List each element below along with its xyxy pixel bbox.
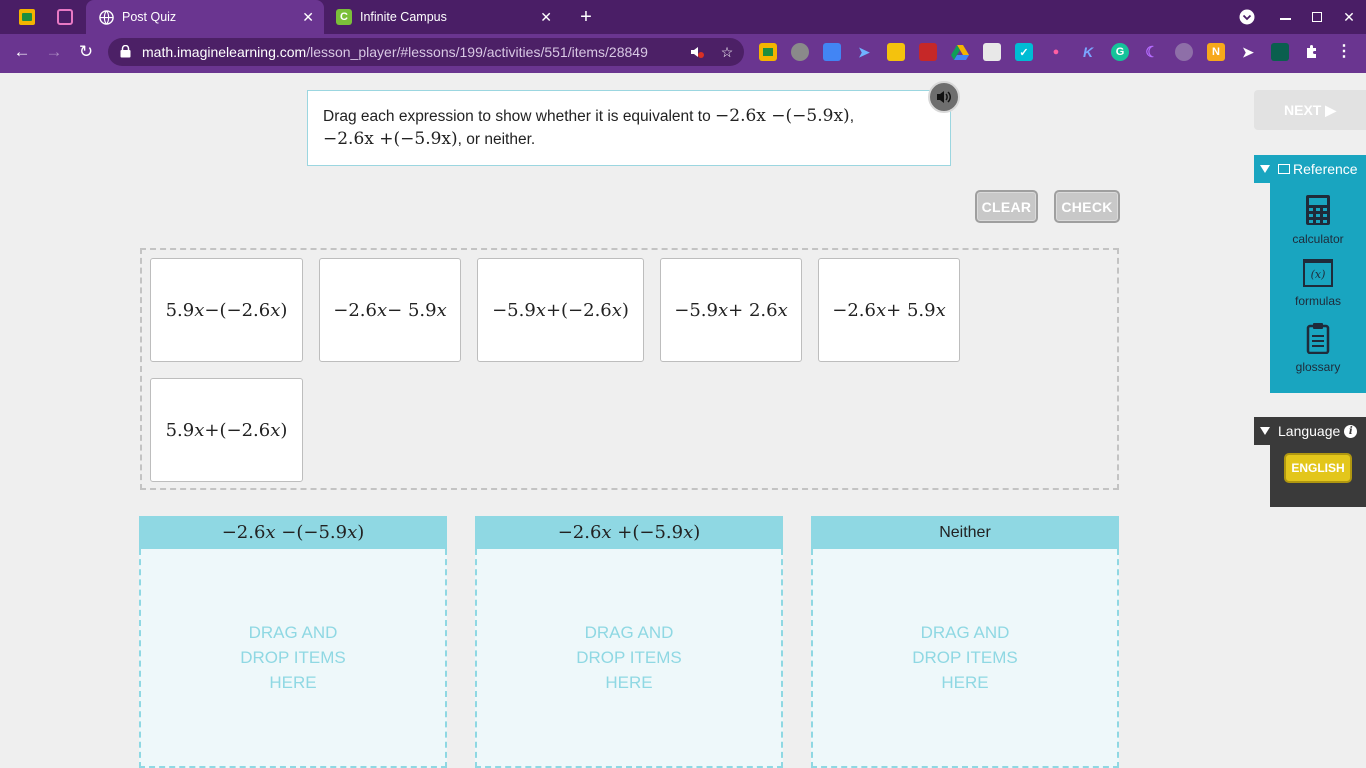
extension-moon-icon[interactable]: ☾ xyxy=(1143,43,1161,61)
language-toggle[interactable]: Language i xyxy=(1254,417,1366,445)
browser-toolbar: ← → ↻ math.imaginelearning.com/lesson_pl… xyxy=(0,34,1366,70)
reference-panel: calculator (x) formulas glossary xyxy=(1270,183,1366,393)
audio-speaker-button[interactable] xyxy=(928,81,960,113)
browser-tab-bar: Post Quiz ✕ C Infinite Campus ✕ + ✕ xyxy=(0,0,1366,34)
tab-title: Infinite Campus xyxy=(360,10,447,24)
calculator-label: calculator xyxy=(1292,232,1344,246)
extension-check-icon[interactable]: ✓ xyxy=(1015,43,1033,61)
draggable-card-2[interactable]: −2.6 x − 5.9 x xyxy=(319,258,461,362)
drop-zone[interactable]: DRAG AND DROP ITEMS HERE xyxy=(475,549,783,768)
draggable-card-4[interactable]: −5.9 x + 2.6 x xyxy=(660,258,802,362)
google-classroom-icon xyxy=(19,9,35,25)
pinned-tab-app[interactable] xyxy=(46,0,84,34)
english-language-button[interactable]: ENGLISH xyxy=(1284,453,1352,483)
back-arrow-icon[interactable]: ← xyxy=(9,40,35,64)
tab-post-quiz[interactable]: Post Quiz ✕ xyxy=(86,0,324,34)
bin-header: −2.6x −(−5.9x) xyxy=(139,516,447,549)
extension-docs-icon[interactable] xyxy=(983,43,1001,61)
draggable-item-bank: 5.9 x −(−2.6 x) −2.6 x − 5.9 x −5.9 x +(−2.6 x… xyxy=(140,248,1119,490)
new-tab-button[interactable]: + xyxy=(574,5,598,29)
next-button[interactable]: NEXT ▶ xyxy=(1254,90,1366,130)
draggable-card-3[interactable]: −5.9 x +(−2.6 x) xyxy=(477,258,644,362)
extensions-puzzle-icon[interactable] xyxy=(1303,43,1321,61)
bin-header: −2.6x +(−5.9x) xyxy=(475,516,783,549)
formulas-tool[interactable]: (x) formulas xyxy=(1270,259,1366,308)
close-tab-icon[interactable]: ✕ xyxy=(540,9,552,26)
reference-book-icon xyxy=(1278,164,1290,174)
reload-icon[interactable]: ↻ xyxy=(73,40,99,64)
extension-pencil-icon[interactable] xyxy=(887,43,905,61)
extension-calendar-icon[interactable] xyxy=(823,43,841,61)
url-path: /lesson_player/#lessons/199/activities/5… xyxy=(306,44,648,60)
language-title: Language xyxy=(1278,423,1341,439)
prompt-text-end: , or neither. xyxy=(457,131,536,148)
reference-toggle[interactable]: Reference xyxy=(1254,155,1366,183)
extension-grammarly-icon[interactable]: G xyxy=(1111,43,1129,61)
drop-zone[interactable]: DRAG AND DROP ITEMS HERE xyxy=(139,549,447,768)
drop-zone[interactable]: DRAG AND DROP ITEMS HERE xyxy=(811,549,1119,768)
prompt-expression-1: −2.6x −(−5.9x) xyxy=(715,106,850,126)
prompt-text: Drag each expression to show whether it … xyxy=(323,108,716,125)
lesson-top-bar xyxy=(0,70,1366,73)
url-host: math.imaginelearning.com xyxy=(142,44,307,60)
extension-screencast-icon[interactable] xyxy=(791,43,809,61)
formulas-icon: (x) xyxy=(1303,259,1333,287)
drop-bin-sum[interactable]: −2.6x +(−5.9x) DRAG AND DROP ITEMS HERE xyxy=(475,516,783,768)
globe-icon xyxy=(98,9,114,25)
extension-kami-icon[interactable]: K xyxy=(1079,43,1097,61)
bookmark-star-icon[interactable]: ☆ xyxy=(718,44,736,60)
draggable-card-5[interactable]: −2.6 x + 5.9 x xyxy=(818,258,960,362)
drop-bin-difference[interactable]: −2.6x −(−5.9x) DRAG AND DROP ITEMS HERE xyxy=(139,516,447,768)
calculator-tool[interactable]: calculator xyxy=(1270,193,1366,246)
app-logo-icon xyxy=(57,9,73,25)
extension-cursor-icon[interactable]: ➤ xyxy=(1239,43,1257,61)
restore-icon[interactable] xyxy=(1302,5,1332,29)
forward-arrow-icon[interactable]: → xyxy=(41,40,67,64)
collapse-triangle-icon xyxy=(1260,427,1270,435)
extension-classroom-icon[interactable] xyxy=(759,43,777,61)
tab-search-icon[interactable] xyxy=(1232,5,1262,29)
pinned-tab-classroom[interactable] xyxy=(8,0,46,34)
clipboard-icon xyxy=(1304,321,1332,355)
drop-bin-neither[interactable]: Neither DRAG AND DROP ITEMS HERE xyxy=(811,516,1119,768)
minimize-icon[interactable] xyxy=(1270,5,1300,29)
extension-game-icon[interactable] xyxy=(1175,43,1193,61)
clear-button[interactable]: CLEAR xyxy=(975,190,1038,223)
prompt-separator: , xyxy=(849,108,854,125)
extension-send-icon[interactable]: ➤ xyxy=(855,43,873,61)
reference-title: Reference xyxy=(1293,161,1358,177)
formulas-label: formulas xyxy=(1294,294,1341,308)
question-prompt: Drag each expression to show whether it … xyxy=(307,90,951,166)
prompt-expression-2: −2.6x +(−5.9x) xyxy=(323,129,458,149)
extension-drive-icon[interactable] xyxy=(951,43,969,61)
tab-infinite-campus[interactable]: C Infinite Campus ✕ xyxy=(324,0,562,34)
address-bar[interactable]: math.imaginelearning.com/lesson_player/#… xyxy=(108,38,744,66)
info-icon[interactable]: i xyxy=(1344,424,1358,438)
check-button[interactable]: CHECK xyxy=(1054,190,1120,223)
lock-icon xyxy=(120,45,131,58)
close-tab-icon[interactable]: ✕ xyxy=(302,9,314,26)
calculator-icon xyxy=(1304,193,1332,227)
extension-book-icon[interactable] xyxy=(919,43,937,61)
glossary-tool[interactable]: glossary xyxy=(1270,321,1366,374)
extension-video-icon[interactable]: ● xyxy=(1047,43,1065,61)
infinite-campus-icon: C xyxy=(336,9,352,25)
language-panel: ENGLISH xyxy=(1270,445,1366,507)
extension-chart-icon[interactable] xyxy=(1271,43,1289,61)
speaker-icon xyxy=(937,91,951,103)
extension-n-icon[interactable]: N xyxy=(1207,43,1225,61)
browser-menu-icon[interactable]: ⋮ xyxy=(1335,43,1353,61)
close-window-icon[interactable]: ✕ xyxy=(1334,5,1364,29)
bin-header: Neither xyxy=(811,516,1119,549)
draggable-card-1[interactable]: 5.9 x −(−2.6 x) xyxy=(150,258,303,362)
glossary-label: glossary xyxy=(1295,360,1341,374)
collapse-triangle-icon xyxy=(1260,165,1270,173)
draggable-card-6[interactable]: 5.9 x +(−2.6 x) xyxy=(150,378,303,482)
site-blocked-sound-icon[interactable] xyxy=(688,44,706,60)
tab-title: Post Quiz xyxy=(122,10,177,24)
